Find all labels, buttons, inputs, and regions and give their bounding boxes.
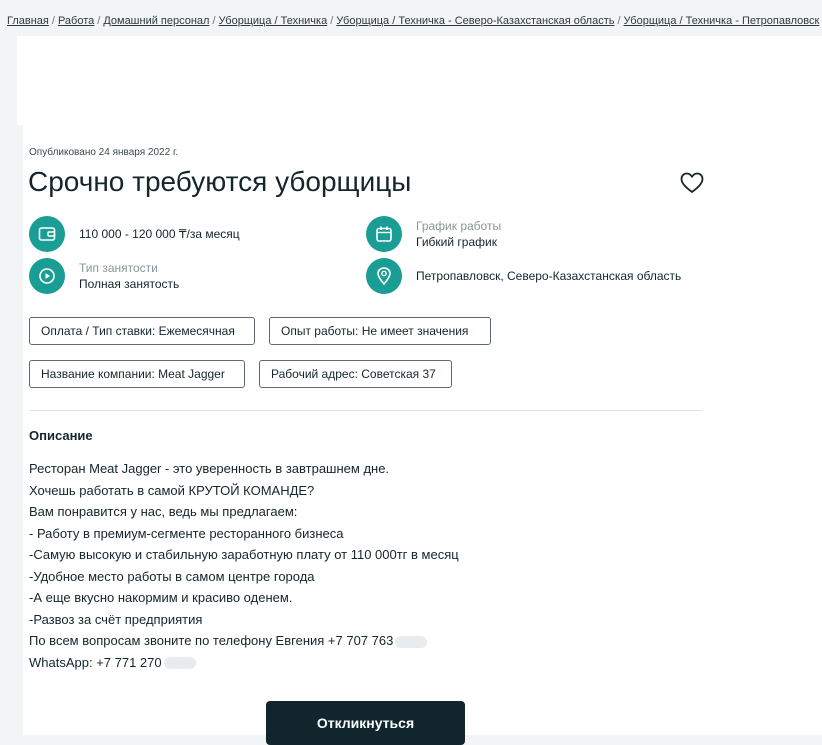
description-line: -А еще вкусно накормим и красиво оденем. (29, 590, 293, 605)
description-text: Ресторан Meat Jagger - это уверенность в… (29, 458, 459, 673)
map-pin-icon (366, 258, 402, 294)
schedule-value: Гибкий график (416, 234, 497, 249)
play-circle-icon (29, 258, 65, 294)
description-heading: Описание (29, 428, 93, 443)
breadcrumb-separator: / (617, 15, 621, 27)
description-line: Хочешь работать в самой КРУТОЙ КОМАНДЕ? (29, 482, 315, 498)
description-line-phone: По всем вопросам звоните по телефону Евг… (29, 630, 459, 652)
breadcrumb-separator: / (51, 15, 55, 27)
calendar-icon (366, 216, 402, 252)
whatsapp-text: WhatsApp: +7 771 270 (29, 654, 162, 670)
wallet-icon (29, 216, 65, 252)
breadcrumb-link-cleaner-city[interactable]: Уборщица / Техничка - Петропавловск (624, 15, 820, 27)
breadcrumb-link-cleaner-region[interactable]: Уборщица / Техничка - Северо-Казахстанск… (336, 15, 614, 27)
page-title: Срочно требуются уборщицы (28, 166, 412, 197)
redacted-digits (395, 635, 428, 648)
salary-info: 110 000 - 120 000 ₸/за месяц (29, 216, 240, 252)
schedule-label: График работы (416, 218, 502, 233)
location-value: Петропавловск, Северо-Казахстанская обла… (416, 269, 682, 283)
favorite-button[interactable] (680, 172, 704, 194)
description-line: - Работу в премиум-сегменте ресторанного… (29, 525, 344, 541)
card-notch (17, 125, 23, 735)
tag-payment-type[interactable]: Оплата / Тип ставки: Ежемесячная (29, 317, 255, 345)
description-line: -Самую высокую и стабильную заработную п… (29, 547, 459, 562)
apply-button[interactable]: Откликнуться (266, 701, 465, 745)
location-info: Петропавловск, Северо-Казахстанская обла… (366, 258, 681, 294)
breadcrumb-link-domestic-staff[interactable]: Домашний персонал (103, 15, 209, 27)
published-date: Опубликовано 24 января 2022 г. (29, 147, 179, 158)
description-line: Вам понравится у нас, ведь мы предлагаем… (29, 504, 298, 519)
breadcrumb-separator: / (330, 15, 334, 27)
phone-text: По всем вопросам звоните по телефону Евг… (29, 633, 394, 648)
section-divider (29, 410, 702, 411)
salary-value: 110 000 - 120 000 ₸/за месяц (79, 227, 240, 241)
description-line: -Развоз за счёт предприятия (29, 611, 203, 627)
tag-company-name[interactable]: Название компании: Meat Jagger (29, 360, 245, 388)
description-line-whatsapp: WhatsApp: +7 771 270 (29, 652, 459, 674)
employment-info: Тип занятости Полная занятость (29, 258, 179, 294)
breadcrumb: Главная / Работа / Домашний персонал / Уборщиц… (7, 15, 822, 27)
tag-experience[interactable]: Опыт работы: Не имеет значения (269, 317, 491, 345)
tag-work-address[interactable]: Рабочий адрес: Советская 37 (259, 360, 452, 388)
heart-icon (680, 172, 704, 193)
schedule-info: График работы Гибкий график (366, 216, 501, 252)
employment-label: Тип занятости (79, 260, 158, 275)
breadcrumb-link-cleaner[interactable]: Уборщица / Техничка (219, 15, 328, 27)
breadcrumb-link-home[interactable]: Главная (7, 15, 49, 27)
breadcrumb-link-work[interactable]: Работа (58, 15, 94, 27)
description-line: -Удобное место работы в самом центре гор… (29, 568, 315, 584)
breadcrumb-separator: / (212, 15, 216, 27)
description-line: Ресторан Meat Jagger - это уверенность в… (29, 461, 390, 476)
breadcrumb-separator: / (97, 15, 101, 27)
employment-value: Полная занятость (79, 276, 180, 291)
redacted-digits (163, 657, 196, 670)
